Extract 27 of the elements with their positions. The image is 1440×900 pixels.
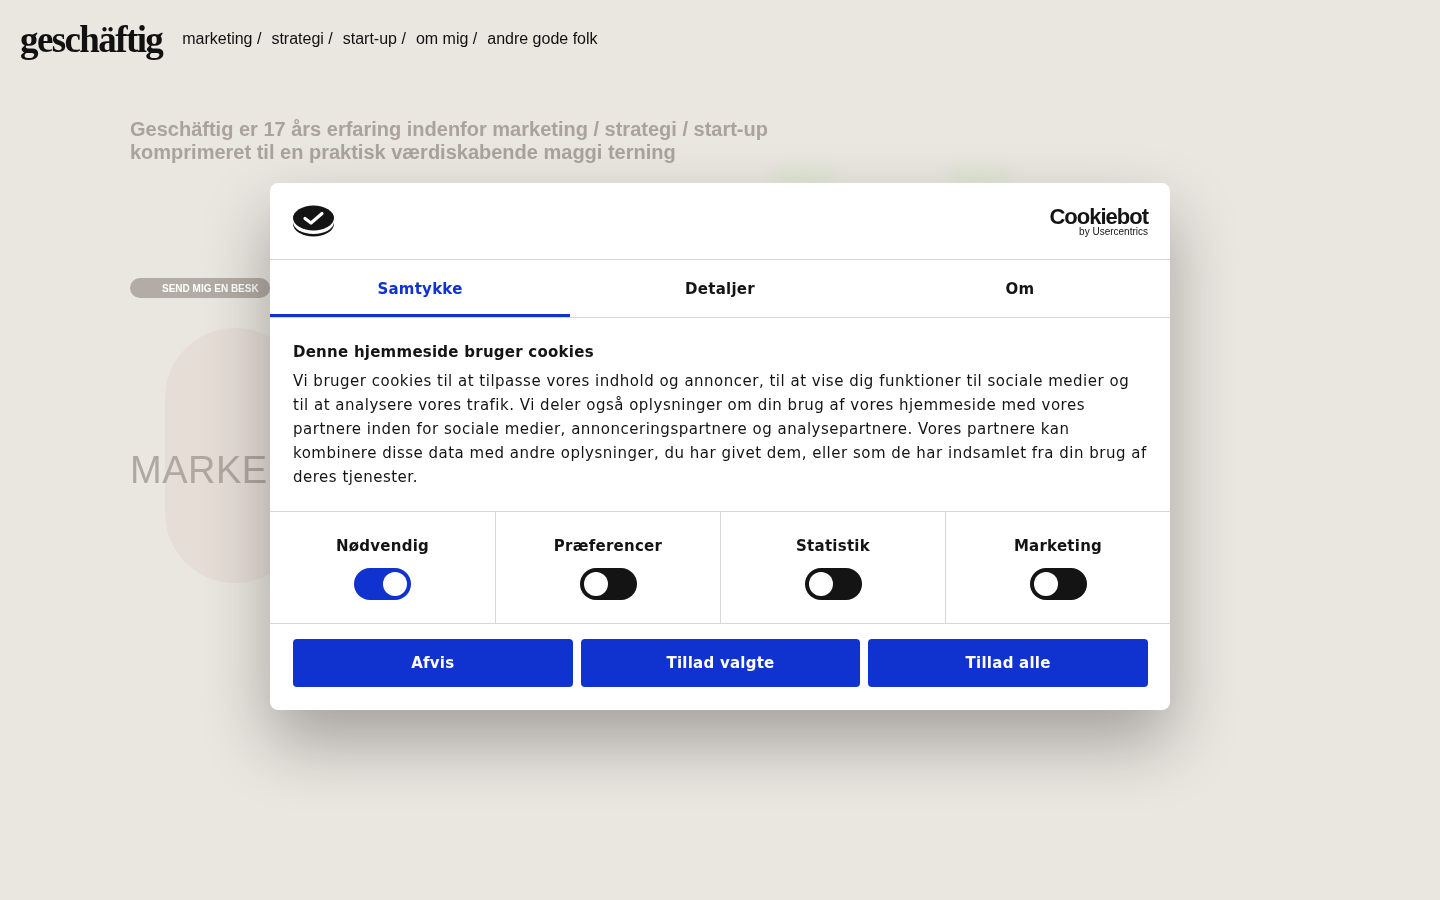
toggle-switch[interactable] <box>804 568 862 600</box>
hero-heading: Geschäftig er 17 års erfaring indenfor marketing / strategi / start-up komprimeret til en praktisk værdiskabende maggi terning <box>130 118 769 164</box>
nav-link[interactable]: strategi / <box>271 30 333 48</box>
dialog-tab[interactable]: Om <box>870 260 1170 317</box>
nav-link[interactable]: marketing / <box>182 30 262 48</box>
dialog-text: Vi bruger cookies til at tilpasse vores indhold og annoncer, til at vise dig funktioner til sociale medier og til at analysere vores trafik. Vi deler også oplysninger om din brug af vores hjemmeside med vores partnere inden for sociale medier, annonceringspartnere og analysepartnere. Vores partnere kan kombinere disse data med andre oplysninger, du har givet dem, eller som de har indsamlet fra din brug af deres tjenester. <box>293 371 1148 488</box>
site-logo[interactable]: geschäftig <box>20 20 163 58</box>
dialog-tab[interactable]: Detaljer <box>570 260 870 317</box>
category-label: Marketing <box>1013 536 1103 556</box>
brand-name: Cookiebot <box>1049 205 1148 228</box>
nav-link[interactable]: om mig / <box>415 30 478 48</box>
nav-link[interactable]: start-up / <box>342 30 406 48</box>
toggle-switch[interactable] <box>1029 568 1087 600</box>
category-label: Statistik <box>796 536 870 556</box>
cookie-check-icon <box>293 205 334 237</box>
dialog-title: Denne hjemmeside bruger cookies <box>293 342 595 363</box>
category-label: Præferencer <box>553 536 663 556</box>
dialog-tab[interactable]: Samtykke <box>270 260 570 317</box>
consent-button[interactable]: Tillad valgte <box>580 639 861 687</box>
category-label: Nødvendig <box>335 536 430 556</box>
consent-button[interactable]: Afvis <box>293 639 573 687</box>
section-title: MARKE <box>130 448 268 492</box>
brand-tagline: by Usercentrics <box>1079 226 1148 237</box>
toggle-switch[interactable] <box>579 568 637 600</box>
toggle-switch[interactable] <box>354 568 411 600</box>
nav-link[interactable]: andre gode folk <box>487 30 598 48</box>
consent-button[interactable]: Tillad alle <box>868 639 1148 687</box>
